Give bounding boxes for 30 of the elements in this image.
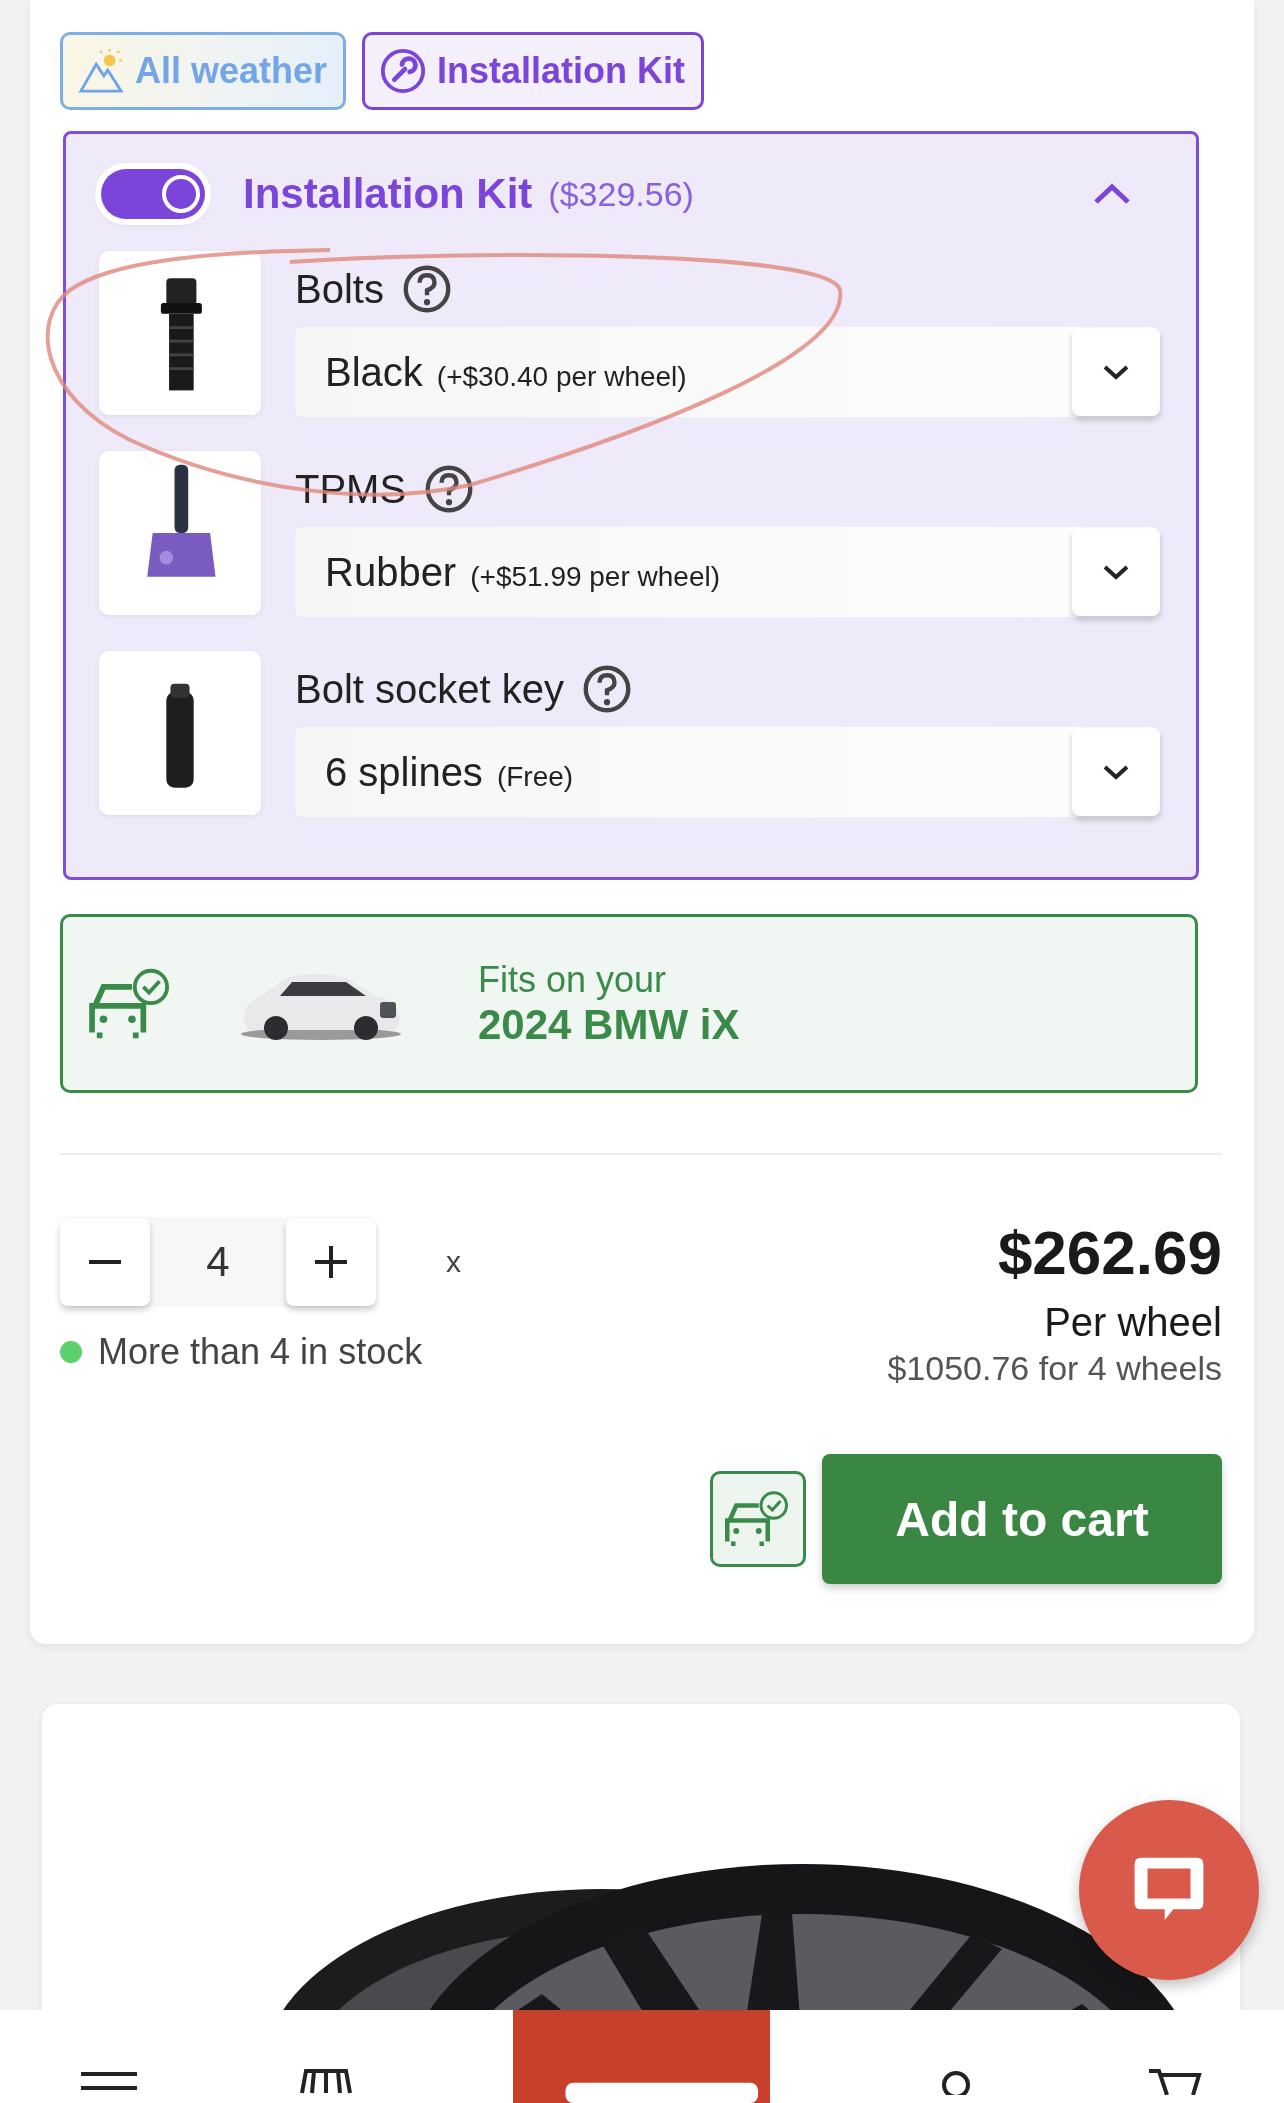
help-icon[interactable] (424, 464, 475, 514)
chevron-down-icon (1101, 363, 1131, 381)
multiply-sign: x (446, 1245, 461, 1279)
plus-button[interactable] (286, 1218, 376, 1306)
chevron-down-icon (1101, 563, 1131, 581)
chevron-icon[interactable] (1092, 182, 1132, 206)
fitment-button[interactable] (710, 1471, 806, 1567)
stock-text: More than 4 in stock (98, 1331, 423, 1373)
total-price: $1050.76 for 4 wheels (887, 1349, 1222, 1388)
quantity-value[interactable]: 4 (150, 1238, 286, 1286)
help-icon[interactable] (582, 664, 632, 714)
add-to-cart-button[interactable]: Add to cart (822, 1454, 1222, 1584)
option-select[interactable]: Black (+$30.40 per wheel) (295, 327, 1160, 417)
option-select[interactable]: 6 splines (Free) (295, 727, 1160, 817)
kit-price: ($329.56) (548, 174, 694, 214)
wrench-icon (379, 47, 428, 95)
price: $262.69 (997, 1217, 1222, 1288)
minus-icon (89, 1260, 121, 1264)
kit-title: Installation Kit (243, 170, 533, 218)
tag[interactable]: Installation Kit (362, 32, 705, 110)
chevron-down-icon (1101, 763, 1131, 781)
option-select[interactable]: Rubber (+$51.99 per wheel) (295, 527, 1160, 617)
option-label: Bolt socket key (295, 666, 564, 712)
mountain-sun-icon (77, 47, 125, 95)
vehicle-name: 2024 BMW iX (478, 1000, 740, 1049)
option-label: Bolts (295, 266, 384, 312)
fitment-text: Fits on your (478, 958, 668, 1001)
price-unit: Per wheel (1044, 1300, 1222, 1345)
help-icon[interactable] (401, 264, 452, 314)
option-label: TPMS (295, 466, 407, 512)
